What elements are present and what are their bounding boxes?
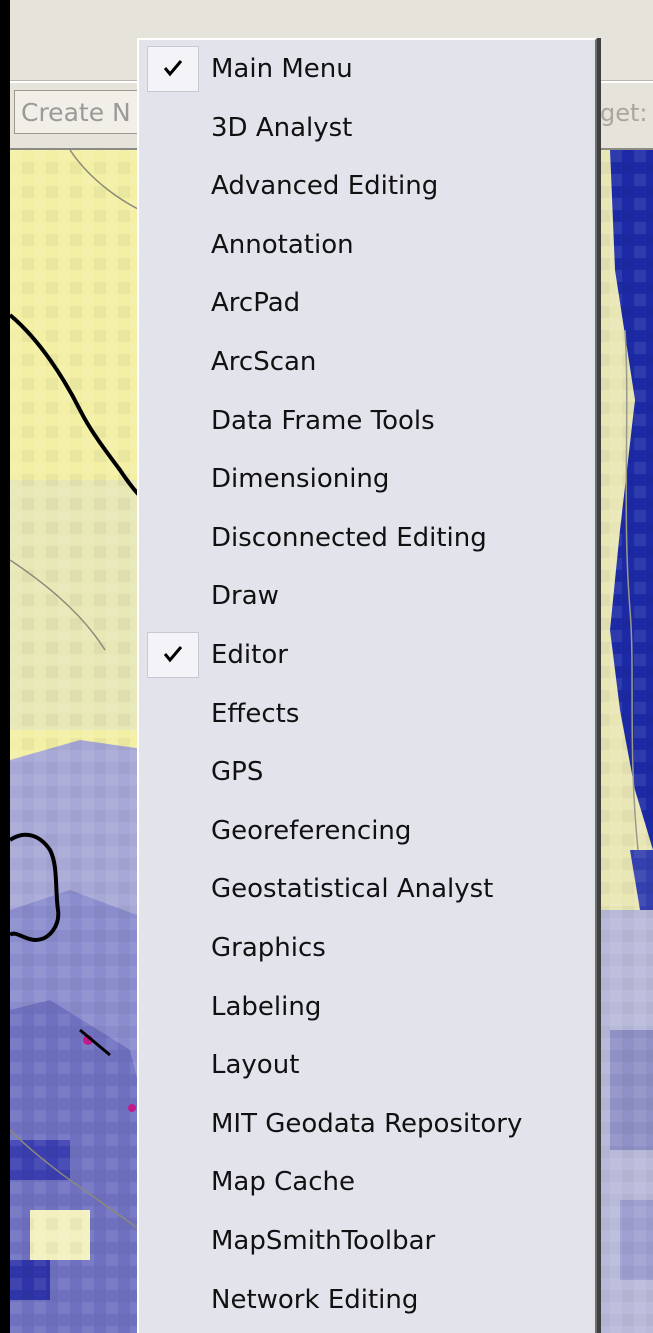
menu-item-label: Dimensioning: [211, 464, 390, 495]
menu-item-mapsmithtoolbar[interactable]: MapSmithToolbar: [145, 1212, 593, 1271]
menu-item-dimensioning[interactable]: Dimensioning: [145, 450, 593, 509]
menu-item-arcscan[interactable]: ArcScan: [145, 333, 593, 392]
menu-item-label: Effects: [211, 698, 300, 729]
menu-item-disconnected-editing[interactable]: Disconnected Editing: [145, 509, 593, 568]
menu-item-label: 3D Analyst: [211, 112, 353, 143]
menu-item-label: Network Editing: [211, 1284, 419, 1315]
create-new-dropdown[interactable]: Create N: [14, 90, 140, 134]
menu-item-label: Annotation: [211, 229, 354, 260]
target-label: get:: [600, 99, 648, 127]
menu-item-editor[interactable]: Editor: [145, 626, 593, 685]
menu-item-label: Editor: [211, 640, 288, 670]
menu-item-label: Labeling: [211, 991, 322, 1022]
menu-item-labeling[interactable]: Labeling: [145, 978, 593, 1037]
menu-item-label: Data Frame Tools: [211, 405, 435, 436]
menu-item-annotation[interactable]: Annotation: [145, 216, 593, 275]
menu-item-effects[interactable]: Effects: [145, 685, 593, 744]
menu-item-arcpad[interactable]: ArcPad: [145, 274, 593, 333]
menu-item-label: Map Cache: [211, 1167, 355, 1198]
menu-item-label: ArcScan: [211, 347, 317, 377]
menu-item-label: Layout: [211, 1050, 300, 1081]
check-icon: [147, 632, 199, 678]
menu-item-advanced-editing[interactable]: Advanced Editing: [145, 157, 593, 216]
menu-item-graphics[interactable]: Graphics: [145, 919, 593, 978]
menu-item-gps[interactable]: GPS: [145, 743, 593, 802]
menu-item-label: GPS: [211, 757, 264, 788]
menu-item-label: Geostatistical Analyst: [211, 874, 494, 905]
menu-item-draw[interactable]: Draw: [145, 567, 593, 626]
menu-item-label: MIT Geodata Repository: [211, 1108, 523, 1139]
menu-item-mit-geodata-repository[interactable]: MIT Geodata Repository: [145, 1095, 593, 1154]
menu-item-label: Advanced Editing: [211, 171, 439, 202]
menu-item-geostatistical-analyst[interactable]: Geostatistical Analyst: [145, 860, 593, 919]
menu-item-map-cache[interactable]: Map Cache: [145, 1153, 593, 1212]
menu-item-label: ArcPad: [211, 288, 301, 319]
menu-item-georeferencing[interactable]: Georeferencing: [145, 802, 593, 861]
app-window: Create N get: Main Menu 3D Analyst Advan…: [0, 0, 653, 1333]
menu-item-layout[interactable]: Layout: [145, 1036, 593, 1095]
menu-item-label: MapSmithToolbar: [211, 1226, 436, 1256]
menu-item-3d-analyst[interactable]: 3D Analyst: [145, 99, 593, 158]
menu-item-data-frame-tools[interactable]: Data Frame Tools: [145, 392, 593, 451]
menu-item-label: Disconnected Editing: [211, 522, 487, 553]
menu-item-label: Graphics: [211, 933, 326, 963]
check-icon: [147, 46, 199, 92]
menu-item-label: Draw: [211, 581, 279, 612]
menu-item-network-editing[interactable]: Network Editing: [145, 1271, 593, 1330]
menu-item-label: Georeferencing: [211, 815, 412, 846]
toolbars-context-menu: Main Menu 3D Analyst Advanced Editing An…: [137, 38, 597, 1333]
menu-item-label: Main Menu: [211, 54, 353, 84]
menu-item-main-menu[interactable]: Main Menu: [145, 40, 593, 99]
